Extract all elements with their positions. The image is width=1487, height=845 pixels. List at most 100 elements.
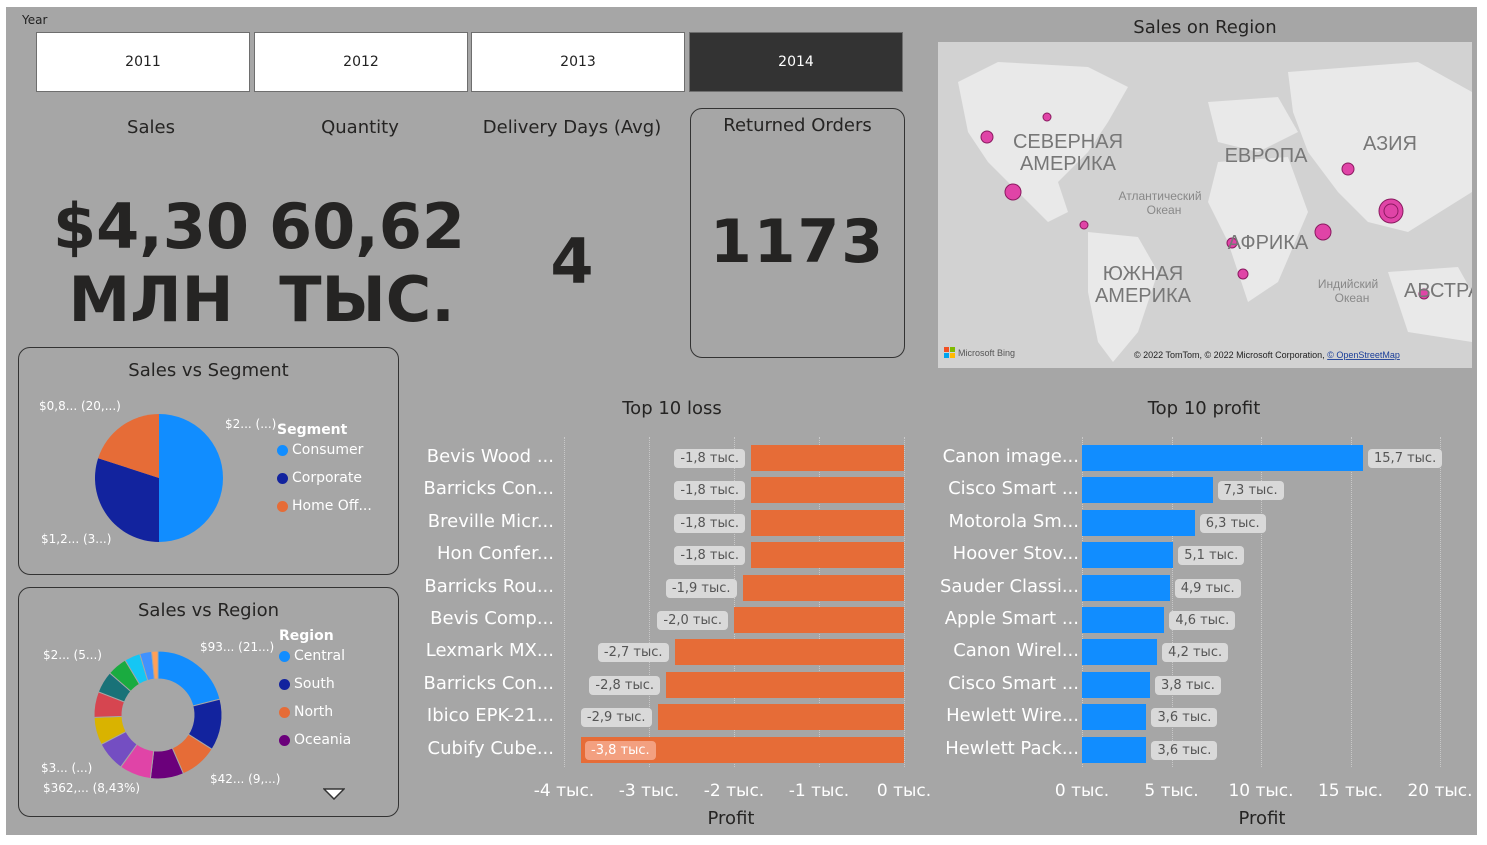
axis-tick-label: 10 тыс. — [1228, 781, 1294, 801]
data-label: 7,3 тыс. — [1217, 481, 1284, 501]
map-bubble[interactable] — [1004, 183, 1022, 201]
map-label-asia: АЗИЯ — [1363, 133, 1417, 155]
category-label: Hon Confer... — [437, 543, 554, 565]
legend-label: Consumer — [292, 442, 364, 458]
axis-tick-label: -2 тыс. — [703, 781, 765, 801]
bar[interactable] — [1082, 671, 1151, 698]
region-label-bottom-left-2: $362,... (8,43%) — [43, 781, 141, 795]
category-label: Sauder Classi... — [939, 575, 1079, 597]
bar[interactable] — [1082, 607, 1165, 633]
top-loss-bar-chart[interactable]: -4 тыс. -3 тыс. -2 тыс. -1 тыс. 0 тыс. Bevis … — [416, 437, 936, 801]
axis-tick-label: -4 тыс. — [533, 781, 595, 801]
bar[interactable] — [1082, 445, 1364, 471]
pie-slice-consumer[interactable] — [159, 414, 223, 542]
region-label-top-left: $2... (5...) — [43, 648, 102, 662]
map-bubble[interactable] — [1314, 223, 1332, 241]
bar[interactable] — [674, 639, 904, 666]
sales-region-map[interactable]: СЕВЕРНАЯ АМЕРИКА ЕВРОПА АЗИЯ Атлантическ… — [938, 42, 1472, 368]
map-bubble[interactable] — [1042, 112, 1052, 122]
legend-item-consumer[interactable]: Consumer — [277, 442, 372, 458]
year-button-2013[interactable]: 2013 — [471, 32, 685, 92]
segment-legend-title: Segment — [277, 422, 348, 438]
top-profit-bar-chart[interactable]: 0 тыс. 5 тыс. 10 тыс. 15 тыс. 20 тыс. Canon i… — [934, 437, 1474, 801]
osm-link[interactable]: © OpenStreetMap — [1327, 350, 1400, 360]
delivery-kpi-title: Delivery Days (Avg) — [482, 117, 662, 138]
data-label: 15,7 тыс. — [1368, 449, 1443, 468]
legend-item-south[interactable]: South — [279, 676, 351, 692]
region-donut-chart[interactable] — [91, 648, 225, 782]
data-label: -2,0 тыс. — [657, 611, 728, 630]
data-label: -1,8 тыс. — [674, 513, 745, 533]
map-bubble[interactable] — [1383, 203, 1399, 219]
year-button-2011[interactable]: 2011 — [36, 32, 250, 92]
axis-tick-label: 0 тыс. — [876, 781, 932, 801]
legend-item-north[interactable]: North — [279, 704, 351, 720]
pie-slice-central[interactable] — [157, 650, 221, 707]
bar[interactable] — [1082, 509, 1195, 536]
map-bubble[interactable] — [980, 130, 994, 144]
legend-item-corporate[interactable]: Corporate — [277, 470, 372, 486]
data-label: 3,6 тыс. — [1151, 740, 1218, 760]
legend-dot — [277, 500, 288, 512]
bar[interactable] — [1082, 574, 1170, 601]
delivery-kpi-value: 4 — [550, 225, 594, 298]
bar[interactable] — [1082, 477, 1213, 504]
category-label: Lexmark MX... — [425, 640, 554, 662]
segment-pie-chart[interactable] — [89, 408, 229, 548]
bar[interactable] — [751, 477, 904, 504]
bar[interactable] — [751, 445, 904, 471]
map-bubble[interactable] — [1237, 268, 1249, 280]
bing-logo-icon-part — [944, 353, 949, 358]
data-label: -2,9 тыс. — [580, 708, 652, 728]
bar[interactable] — [666, 671, 904, 698]
category-label: Cubify Cube... — [427, 737, 554, 759]
map-label-south-america-1: ЮЖНАЯ — [1103, 263, 1183, 285]
bar[interactable] — [1082, 704, 1147, 731]
legend-dot — [279, 734, 290, 746]
category-label: Barricks Rou... — [424, 575, 554, 597]
top-loss-title: Top 10 loss — [622, 398, 722, 419]
legend-dot — [279, 706, 290, 718]
returned-orders-card: Returned Orders 1173 — [690, 108, 905, 358]
bar[interactable] — [751, 542, 904, 569]
bar[interactable] — [1082, 639, 1158, 666]
map-bubble[interactable] — [1341, 162, 1355, 176]
map-bubble[interactable] — [1079, 220, 1089, 230]
gridline — [1440, 437, 1441, 767]
legend-item-central[interactable]: Central — [279, 648, 351, 664]
sales-vs-segment-card: Sales vs Segment $0,8... (20,...) $2... … — [18, 347, 399, 575]
legend-label: Corporate — [292, 470, 362, 486]
bar[interactable] — [1082, 542, 1174, 569]
region-legend: Region Central South North Oceania — [279, 628, 351, 748]
data-label: -2,8 тыс. — [589, 675, 660, 695]
data-label: 4,6 тыс. — [1169, 611, 1236, 630]
legend-label: Central — [294, 648, 345, 664]
category-label: Apple Smart ... — [944, 608, 1079, 629]
year-button-2014[interactable]: 2014 — [689, 32, 903, 92]
top-profit-axis-title: Profit — [1238, 808, 1286, 829]
legend-dot — [277, 444, 288, 456]
category-label: Ibico EPK-21... — [426, 705, 554, 727]
legend-scroll-down-icon[interactable] — [323, 788, 345, 800]
bar[interactable] — [734, 607, 904, 633]
legend-item-oceania[interactable]: Oceania — [279, 732, 351, 748]
segment-label-right: $2... (...) — [225, 417, 277, 431]
legend-item-home-office[interactable]: Home Off... — [277, 498, 372, 514]
world-map-svg: СЕВЕРНАЯ АМЕРИКА ЕВРОПА АЗИЯ Атлантическ… — [938, 42, 1472, 368]
dashboard-canvas: Year 2011 2012 2013 2014 Sales $4,30 МЛН… — [6, 7, 1477, 835]
axis-tick-label: 0 тыс. — [1054, 781, 1110, 801]
quantity-kpi-value-line2: ТЫС. — [279, 263, 455, 336]
bar[interactable] — [751, 509, 904, 536]
year-button-2012[interactable]: 2012 — [254, 32, 468, 92]
bar[interactable] — [1082, 736, 1147, 763]
quantity-kpi-title: Quantity — [321, 117, 399, 138]
legend-dot — [279, 650, 290, 662]
axis-tick-label: 15 тыс. — [1317, 781, 1384, 801]
map-label-europe: ЕВРОПА — [1225, 145, 1309, 167]
data-label: 4,9 тыс. — [1174, 578, 1241, 598]
bar[interactable] — [742, 574, 904, 601]
data-label: -1,8 тыс. — [674, 481, 745, 501]
data-label: 3,6 тыс. — [1151, 708, 1218, 728]
bar[interactable] — [657, 704, 904, 731]
region-legend-title: Region — [279, 628, 334, 644]
